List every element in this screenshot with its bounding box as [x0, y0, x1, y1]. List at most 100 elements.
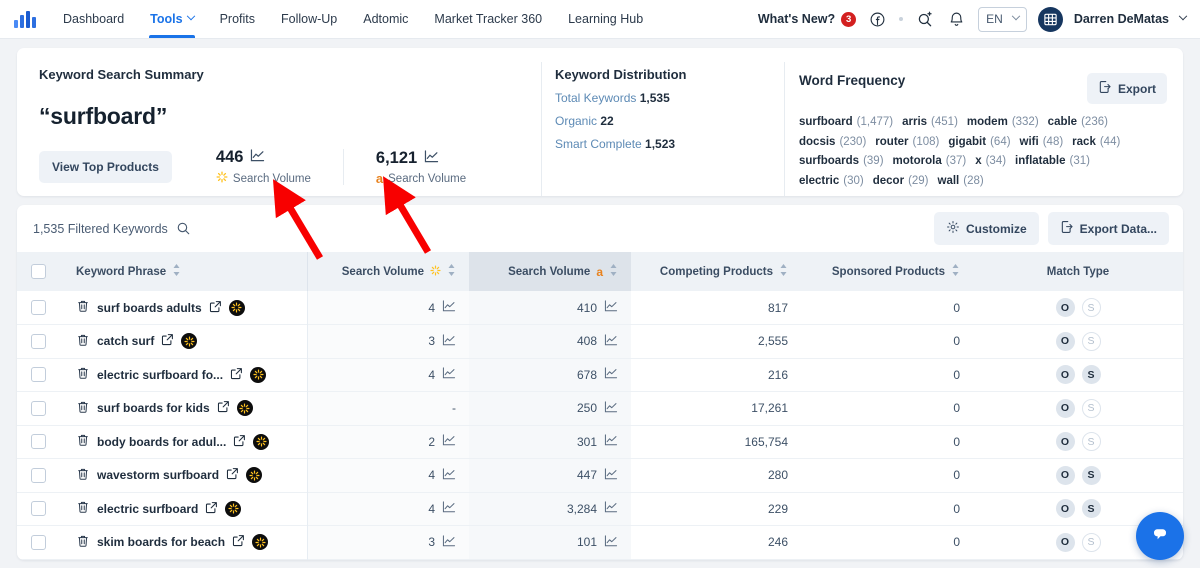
trend-chart-icon[interactable]: [442, 468, 456, 483]
language-selector[interactable]: EN: [978, 6, 1027, 32]
match-sponsored-badge[interactable]: S: [1081, 432, 1101, 452]
header-search-volume-walmart[interactable]: Search Volume: [306, 252, 469, 291]
sort-icon[interactable]: [609, 264, 618, 279]
table-row[interactable]: surf boards for kids - 250 17,261 0 O S: [17, 391, 1183, 425]
trend-chart-icon[interactable]: [250, 148, 265, 167]
match-organic-badge[interactable]: O: [1055, 532, 1075, 552]
external-link-icon[interactable]: [217, 400, 230, 416]
select-all-checkbox[interactable]: [30, 264, 46, 279]
trend-chart-icon[interactable]: [442, 334, 456, 349]
whats-new-link[interactable]: What's New?: [758, 12, 835, 26]
match-sponsored-badge[interactable]: S: [1081, 365, 1101, 385]
external-link-icon[interactable]: [232, 534, 245, 550]
table-row[interactable]: skim boards for beach 3 101 246 0 O S: [17, 525, 1183, 559]
sort-icon[interactable]: [447, 264, 456, 279]
keyword-phrase-cell: wavestorm surfboard: [59, 459, 307, 493]
external-link-icon[interactable]: [161, 333, 174, 349]
nav-item-tools[interactable]: Tools: [137, 0, 206, 38]
trend-chart-icon[interactable]: [604, 434, 618, 449]
trend-chart-icon[interactable]: [442, 300, 456, 315]
match-organic-badge[interactable]: O: [1055, 465, 1075, 485]
facebook-icon[interactable]: [867, 9, 888, 30]
nav-item-learning-hub[interactable]: Learning Hub: [555, 0, 656, 38]
customize-button[interactable]: Customize: [933, 212, 1039, 245]
trend-chart-icon[interactable]: [424, 149, 439, 168]
export-data-button[interactable]: Export Data...: [1047, 212, 1169, 245]
chevron-down-icon[interactable]: [1178, 11, 1188, 21]
external-link-icon[interactable]: [226, 467, 239, 483]
trend-chart-icon[interactable]: [442, 367, 456, 382]
match-organic-badge[interactable]: O: [1055, 432, 1075, 452]
trend-chart-icon[interactable]: [442, 434, 456, 449]
bar-chart-logo-icon[interactable]: [14, 10, 36, 28]
match-organic-badge[interactable]: O: [1055, 398, 1075, 418]
match-organic-badge[interactable]: O: [1055, 365, 1075, 385]
trend-chart-icon[interactable]: [604, 334, 618, 349]
external-link-icon[interactable]: [230, 367, 243, 383]
match-sponsored-badge[interactable]: S: [1081, 465, 1101, 485]
trend-chart-icon[interactable]: [604, 401, 618, 416]
row-checkbox[interactable]: [30, 467, 46, 483]
view-top-products-button[interactable]: View Top Products: [39, 151, 172, 183]
match-sponsored-badge[interactable]: S: [1081, 298, 1101, 317]
delete-icon[interactable]: [76, 534, 90, 551]
row-checkbox[interactable]: [30, 434, 46, 450]
sv-amazon-value: 410: [576, 300, 597, 315]
table-row[interactable]: surf boards adults 4 410 817 0 O S: [17, 291, 1183, 325]
header-keyword-phrase[interactable]: Keyword Phrase: [59, 252, 307, 291]
sponsored-value: 0: [953, 401, 960, 416]
nav-item-market-tracker-360[interactable]: Market Tracker 360: [421, 0, 555, 38]
sort-icon[interactable]: [779, 264, 788, 279]
avatar[interactable]: [1037, 6, 1063, 32]
table-row[interactable]: electric surfboard fo... 4 678 216 0 O S: [17, 358, 1183, 392]
delete-icon[interactable]: [76, 467, 90, 484]
table-row[interactable]: electric surfboard 4 3,284 229 0 O S: [17, 492, 1183, 526]
trend-chart-icon[interactable]: [604, 535, 618, 550]
match-sponsored-badge[interactable]: S: [1081, 499, 1101, 519]
row-checkbox[interactable]: [30, 367, 46, 383]
notification-bell-icon[interactable]: [946, 9, 967, 30]
match-sponsored-badge[interactable]: S: [1081, 398, 1101, 418]
nav-item-adtomic[interactable]: Adtomic: [350, 0, 421, 38]
table-row[interactable]: wavestorm surfboard 4 447 280 0 O S: [17, 458, 1183, 493]
trend-chart-icon[interactable]: [442, 535, 456, 550]
row-checkbox[interactable]: [30, 400, 46, 416]
nav-item-profits[interactable]: Profits: [207, 0, 268, 38]
match-organic-badge[interactable]: O: [1055, 499, 1075, 519]
trend-chart-icon[interactable]: [604, 468, 618, 483]
delete-icon[interactable]: [76, 400, 90, 417]
external-link-icon[interactable]: [233, 434, 246, 450]
delete-icon[interactable]: [76, 333, 90, 350]
row-checkbox[interactable]: [30, 501, 46, 517]
row-checkbox[interactable]: [30, 534, 46, 550]
search-sparkle-icon[interactable]: [914, 9, 935, 30]
nav-item-follow-up[interactable]: Follow-Up: [268, 0, 350, 38]
export-button[interactable]: Export: [1086, 73, 1167, 104]
match-sponsored-badge[interactable]: S: [1081, 331, 1101, 351]
row-checkbox[interactable]: [30, 300, 46, 316]
sort-icon[interactable]: [172, 264, 181, 279]
trend-chart-icon[interactable]: [604, 367, 618, 382]
sort-icon[interactable]: [951, 264, 960, 279]
match-organic-badge[interactable]: O: [1055, 331, 1075, 351]
row-checkbox[interactable]: [30, 333, 46, 349]
external-link-icon[interactable]: [205, 501, 218, 517]
external-link-icon[interactable]: [209, 300, 222, 316]
header-search-volume-amazon[interactable]: Search Volume a: [469, 252, 631, 291]
header-competing-products[interactable]: Competing Products: [631, 252, 801, 291]
chat-bubble-icon[interactable]: [1136, 512, 1184, 560]
delete-icon[interactable]: [76, 366, 90, 383]
delete-icon[interactable]: [76, 500, 90, 517]
table-row[interactable]: catch surf 3 408 2,555 0 O S: [17, 324, 1183, 358]
delete-icon[interactable]: [76, 299, 90, 316]
table-row[interactable]: body boards for adul... 2 301 165,754 0 …: [17, 425, 1183, 459]
match-sponsored-badge[interactable]: S: [1081, 532, 1101, 552]
trend-chart-icon[interactable]: [604, 501, 618, 516]
nav-item-dashboard[interactable]: Dashboard: [50, 0, 137, 38]
search-icon[interactable]: [176, 221, 191, 236]
trend-chart-icon[interactable]: [604, 300, 618, 315]
match-organic-badge[interactable]: O: [1055, 298, 1075, 317]
trend-chart-icon[interactable]: [442, 501, 456, 516]
header-sponsored-products[interactable]: Sponsored Products: [801, 252, 973, 291]
delete-icon[interactable]: [76, 433, 90, 450]
